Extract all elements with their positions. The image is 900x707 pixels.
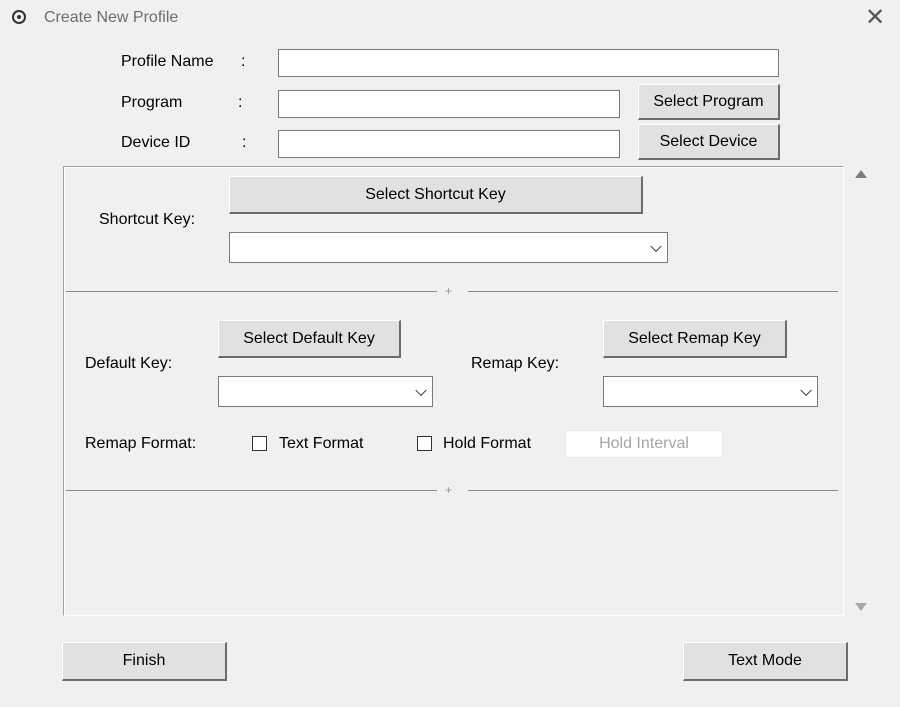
scroll-down-arrow-icon[interactable] — [855, 603, 867, 611]
device-id-input[interactable] — [278, 130, 620, 158]
device-id-label: Device ID — [121, 134, 191, 151]
select-remap-key-button[interactable]: Select Remap Key — [603, 320, 787, 358]
chevron-down-icon — [415, 384, 427, 396]
hold-format-checkbox[interactable] — [417, 436, 432, 451]
profile-name-label: Profile Name — [121, 53, 214, 70]
divider-plus-icon: + — [445, 284, 453, 298]
default-key-label: Default Key: — [85, 355, 173, 372]
divider-plus-icon: + — [445, 483, 453, 497]
divider-line — [468, 291, 838, 292]
divider-line — [468, 490, 838, 491]
select-device-button[interactable]: Select Device — [638, 124, 780, 160]
text-format-label: Text Format — [279, 435, 364, 452]
scroll-up-arrow-icon[interactable] — [855, 170, 867, 178]
device-id-colon: : — [242, 134, 247, 151]
remap-format-label: Remap Format: — [85, 435, 197, 452]
divider-line — [66, 291, 437, 292]
window-title: Create New Profile — [44, 9, 179, 26]
program-colon: : — [238, 94, 243, 111]
shortcut-key-dropdown[interactable] — [229, 232, 668, 263]
remap-key-label: Remap Key: — [471, 355, 560, 372]
select-program-button[interactable]: Select Program — [638, 84, 780, 120]
remap-key-dropdown[interactable] — [603, 376, 818, 407]
profile-name-input[interactable] — [278, 49, 779, 77]
shortcut-key-label: Shortcut Key: — [99, 211, 196, 228]
program-input[interactable] — [278, 90, 620, 118]
text-format-checkbox[interactable] — [252, 436, 267, 451]
title-bar: Create New Profile ✕ — [0, 0, 900, 38]
default-key-dropdown[interactable] — [218, 376, 433, 407]
close-icon[interactable]: ✕ — [861, 2, 889, 34]
divider-line — [66, 490, 437, 491]
hold-format-label: Hold Format — [443, 435, 532, 452]
profile-name-colon: : — [241, 53, 246, 70]
hold-interval-input[interactable]: Hold Interval — [565, 430, 723, 458]
chevron-down-icon — [650, 240, 662, 252]
text-mode-button[interactable]: Text Mode — [683, 642, 848, 681]
select-default-key-button[interactable]: Select Default Key — [218, 320, 401, 358]
select-shortcut-key-button[interactable]: Select Shortcut Key — [229, 176, 643, 214]
finish-button[interactable]: Finish — [62, 642, 227, 681]
program-label: Program — [121, 94, 183, 111]
chevron-down-icon — [800, 384, 812, 396]
app-target-icon — [12, 10, 26, 24]
